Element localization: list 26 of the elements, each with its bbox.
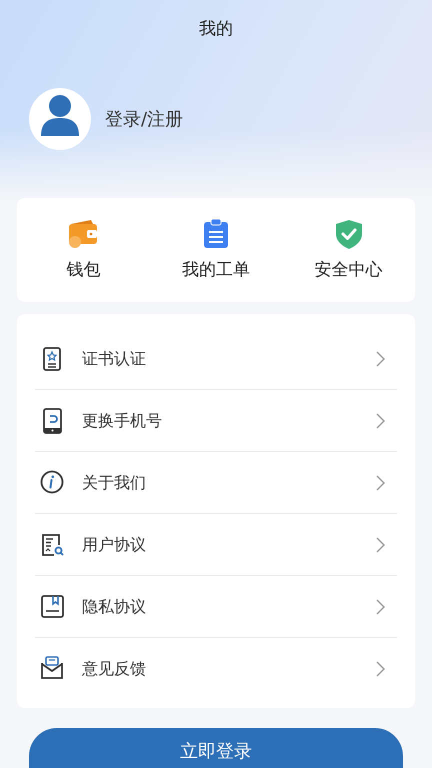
mail-icon xyxy=(40,656,64,682)
menu-item[interactable]: 隐私协议 xyxy=(35,576,397,638)
quick-action[interactable]: 我的工单 xyxy=(150,198,282,302)
menu-item[interactable]: 证书认证 xyxy=(35,328,397,390)
menu-item[interactable]: 关于我们 xyxy=(35,452,397,514)
bookmark-book-icon xyxy=(40,594,64,620)
chevron-right-icon xyxy=(376,412,385,428)
chevron-right-icon xyxy=(376,598,385,614)
page-title: 我的 xyxy=(199,18,233,42)
login-register-link[interactable]: 登录/注册 xyxy=(105,106,184,132)
wallet-icon xyxy=(67,218,100,250)
menu-item[interactable]: 用户协议 xyxy=(35,514,397,576)
certificate-icon xyxy=(40,346,64,372)
chevron-right-icon xyxy=(376,350,385,366)
chevron-right-icon xyxy=(376,536,385,552)
phone-icon xyxy=(40,408,64,434)
info-icon xyxy=(40,470,64,496)
quick-action[interactable]: 钱包 xyxy=(17,198,150,302)
login-button[interactable]: 立即登录 xyxy=(29,728,403,768)
chevron-right-icon xyxy=(376,474,385,490)
quick-action[interactable]: 安全中心 xyxy=(282,198,415,302)
menu-item[interactable]: 更换手机号 xyxy=(35,390,397,452)
menu-item[interactable]: 意见反馈 xyxy=(35,638,397,700)
chevron-right-icon xyxy=(376,661,385,677)
document-search-icon xyxy=(40,532,64,558)
person-icon xyxy=(41,94,79,136)
